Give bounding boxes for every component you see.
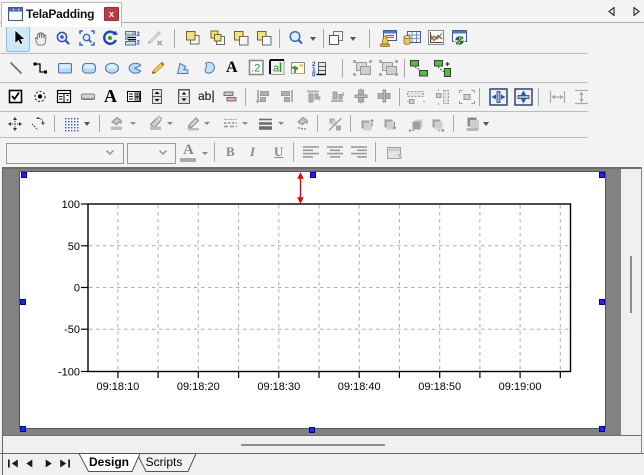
svg-text:50: 50	[68, 241, 80, 253]
svg-text:0: 0	[74, 283, 80, 295]
svg-text:Design: Design	[89, 455, 129, 469]
svg-text:09:18:20: 09:18:20	[177, 381, 220, 393]
svg-text:09:18:10: 09:18:10	[96, 381, 139, 393]
svg-text:-50: -50	[64, 324, 80, 336]
svg-text:09:18:50: 09:18:50	[418, 381, 461, 393]
svg-text:0: 0	[312, 72, 316, 78]
svg-text:2: 2	[137, 32, 141, 38]
svg-text:09:18:40: 09:18:40	[338, 381, 381, 393]
svg-text:100: 100	[62, 199, 80, 211]
svg-text:.2: .2	[251, 63, 260, 75]
svg-text:-100: -100	[58, 367, 80, 379]
svg-text:09:18:30: 09:18:30	[257, 381, 300, 393]
svg-text:a: a	[273, 63, 280, 75]
svg-text:2: 2	[137, 41, 141, 47]
svg-text:09:19:00: 09:19:00	[499, 381, 542, 393]
svg-text:Scripts: Scripts	[146, 455, 183, 469]
